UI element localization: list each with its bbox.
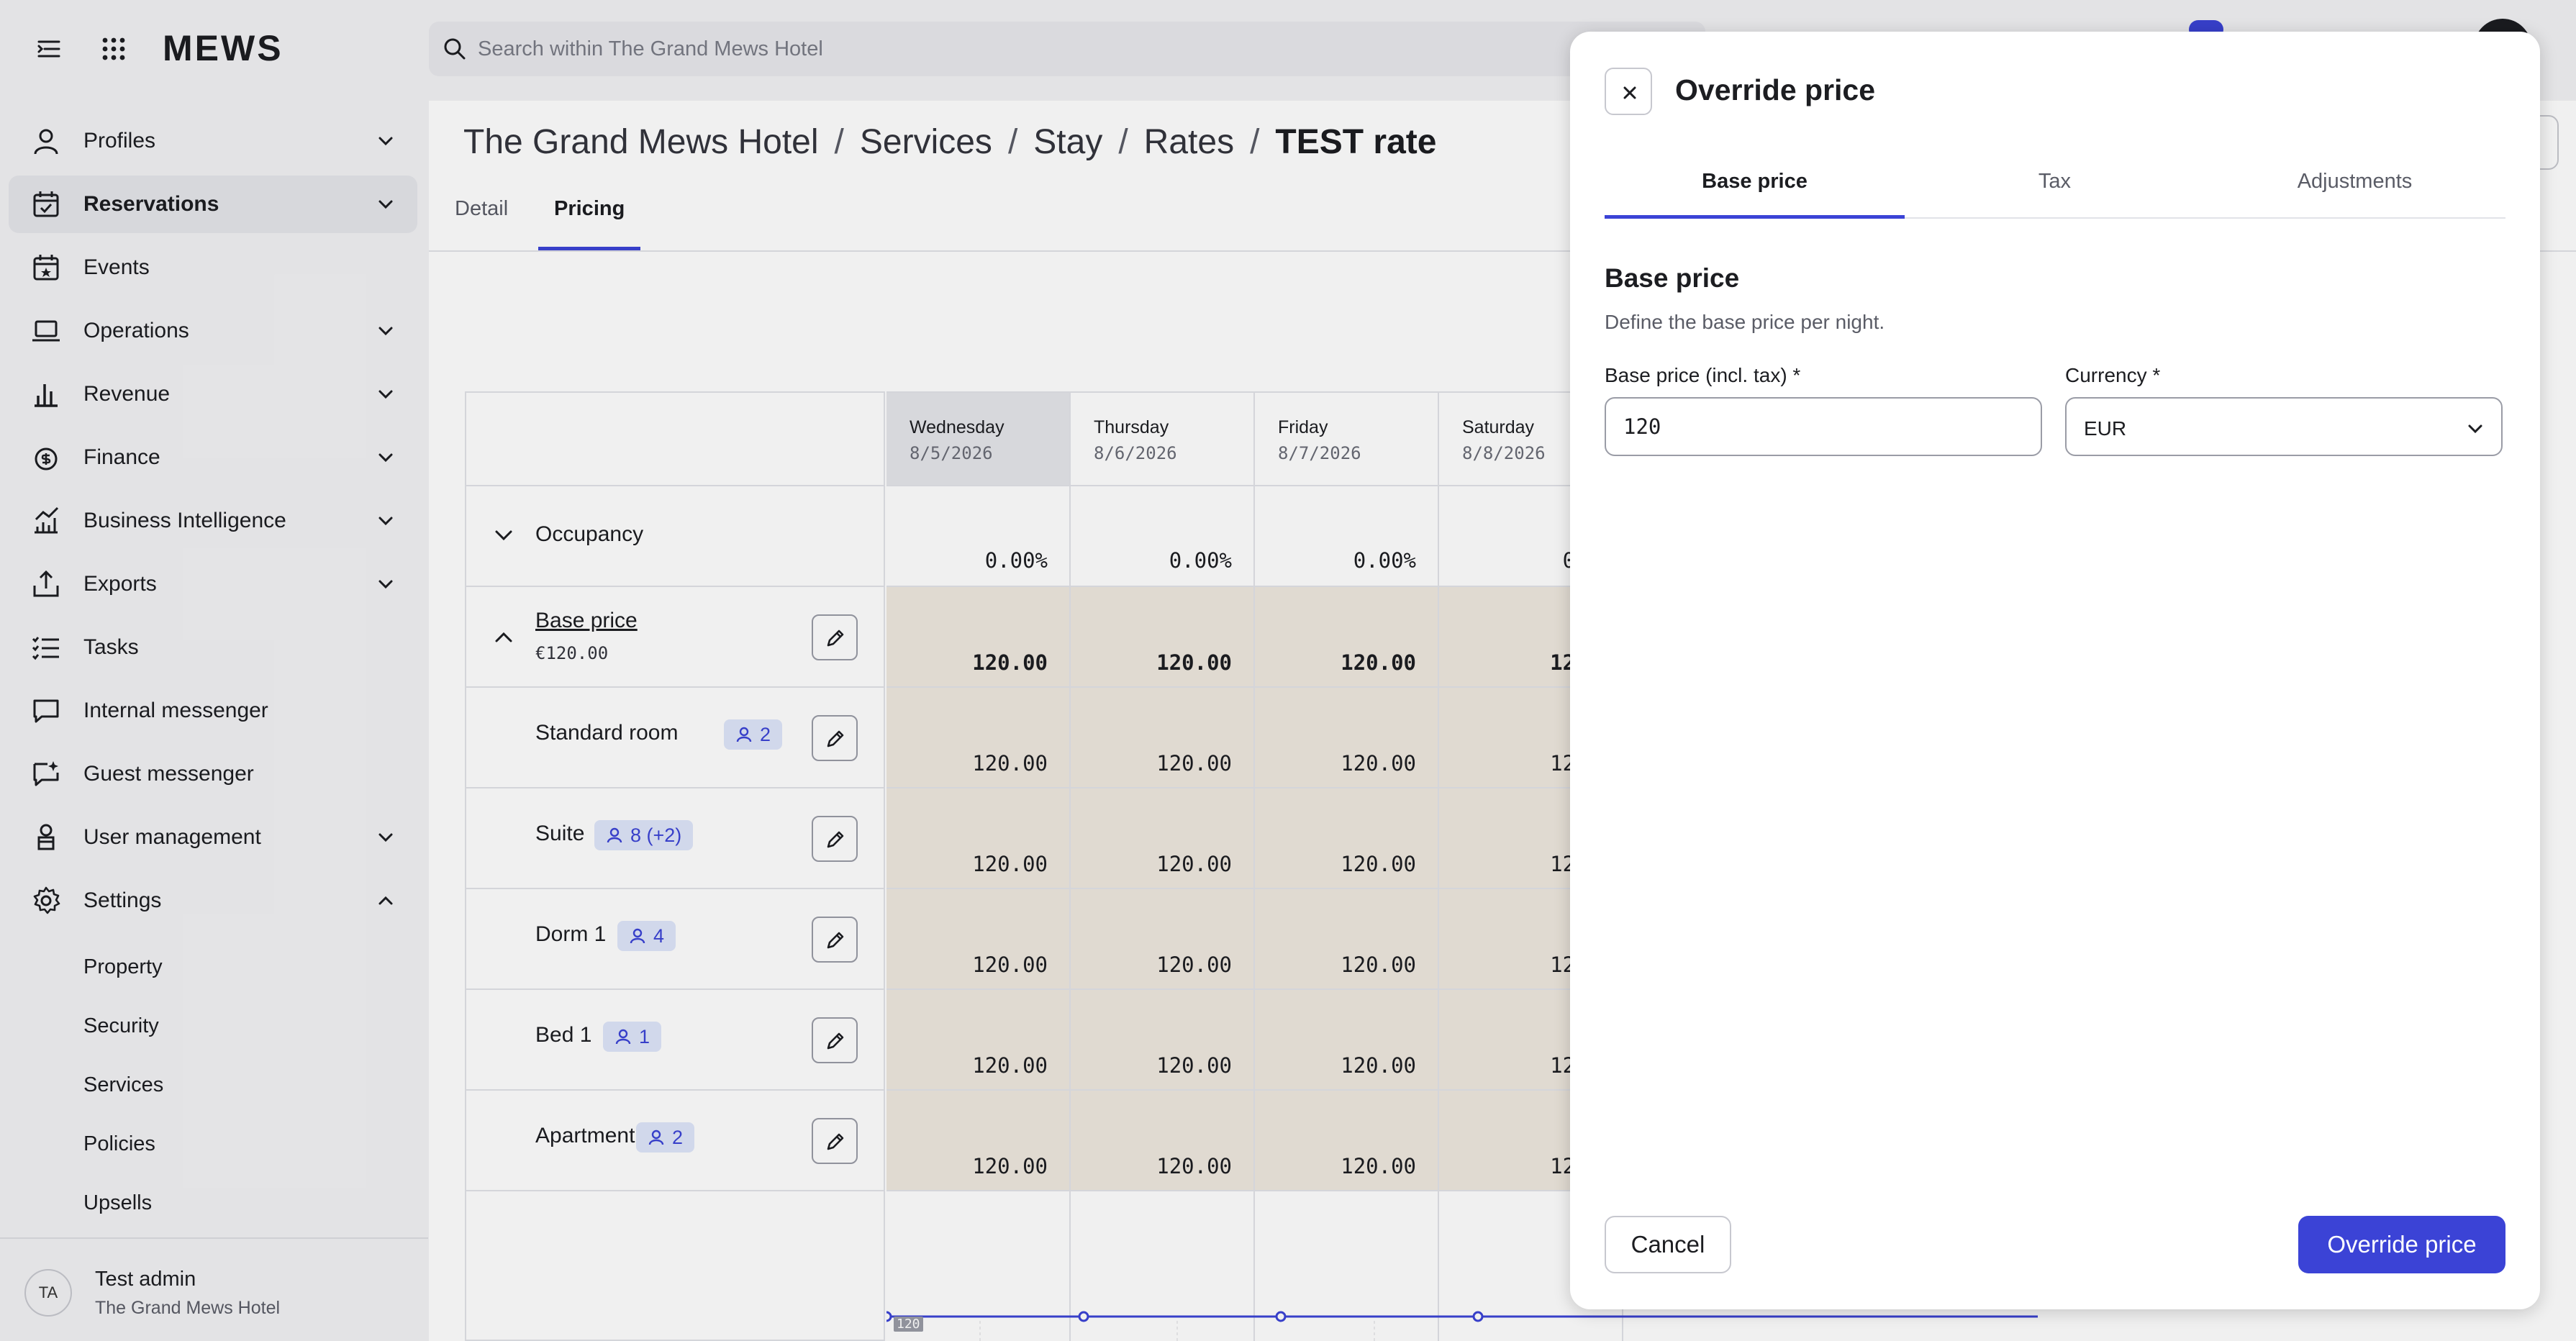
dialog-title: Override price [1675, 73, 1876, 106]
section-description: Define the base price per night. [1605, 311, 1885, 333]
tab-tax[interactable]: Tax [1905, 161, 2205, 219]
chevron-down-icon [2468, 424, 2482, 434]
close-button[interactable] [1605, 68, 1652, 115]
currency-field-label: Currency * [2065, 364, 2161, 386]
currency-select[interactable]: EUR [2065, 397, 2503, 456]
base-price-field-label: Base price (incl. tax) * [1605, 364, 1801, 386]
close-icon [1623, 86, 1636, 99]
base-price-input[interactable] [1605, 397, 2042, 456]
section-title: Base price [1605, 263, 1740, 293]
cancel-button[interactable]: Cancel [1605, 1216, 1731, 1273]
dialog-tabs: Base price Tax Adjustments [1605, 161, 2505, 219]
currency-value: EUR [2084, 417, 2127, 440]
override-price-dialog: Override price Base price Tax Adjustment… [1570, 32, 2540, 1309]
tab-adjustments[interactable]: Adjustments [2205, 161, 2505, 219]
override-price-button[interactable]: Override price [2298, 1216, 2505, 1273]
tab-base-price[interactable]: Base price [1605, 161, 1905, 219]
